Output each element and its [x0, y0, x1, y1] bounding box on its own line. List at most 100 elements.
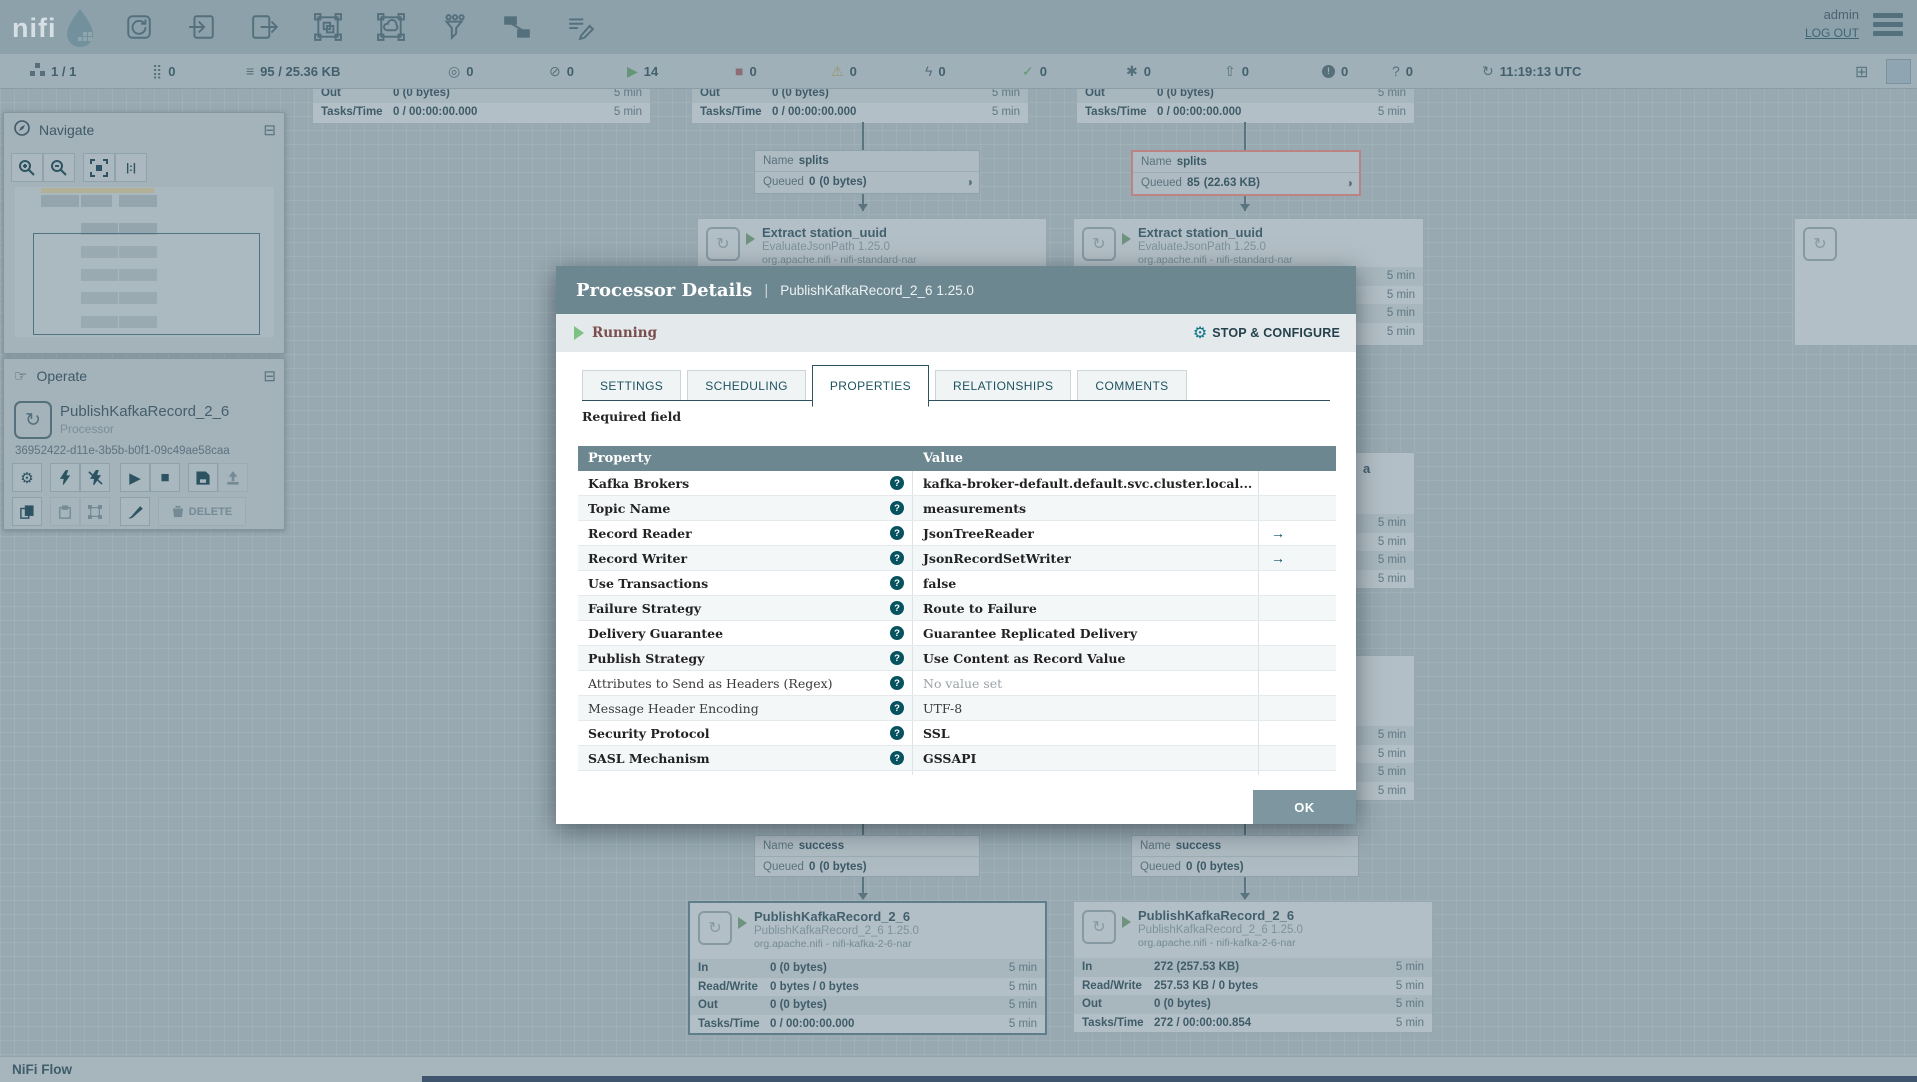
help-icon[interactable]: ? — [890, 551, 904, 565]
refresh-icon[interactable]: ↻ — [1482, 63, 1494, 80]
copy-button[interactable] — [12, 497, 42, 526]
paste-button[interactable] — [50, 497, 80, 526]
breadcrumb-nifi-flow[interactable]: NiFi Flow — [12, 1062, 72, 1077]
processor-publishkafkarecord[interactable]: ↻ PublishKafkaRecord_2_6 PublishKafkaRec… — [1073, 901, 1433, 1033]
up-to-date-status: ✓0 — [1022, 54, 1047, 88]
queued-status: ≡95 / 25.36 KB — [246, 54, 340, 88]
output-port-drag-icon[interactable] — [248, 10, 282, 44]
operate-panel: ☞ Operate ⊟ ↻ PublishKafkaRecord_2_6 Pro… — [3, 358, 285, 530]
upload-template-button[interactable] — [218, 463, 248, 492]
connection-label-success[interactable]: Namesuccess Queued0(0 bytes) — [754, 835, 980, 877]
help-icon[interactable]: ? — [890, 726, 904, 740]
connection-arrow-icon — [858, 893, 868, 900]
help-icon[interactable]: ? — [890, 476, 904, 490]
canvas-grid-toggle-icon[interactable]: ⊞ — [1855, 62, 1868, 82]
zoom-actual-size-button[interactable]: |:| — [115, 153, 147, 182]
tab-settings[interactable]: SETTINGS — [582, 370, 681, 400]
connection-label-splits-backpressure[interactable]: Namesplits Queued85(22.63 KB) ◑ — [1131, 150, 1361, 196]
go-to-service-icon[interactable]: → — [1271, 525, 1285, 541]
zoom-fit-button[interactable] — [83, 153, 115, 182]
running-indicator-icon — [746, 233, 755, 245]
help-icon[interactable]: ? — [890, 676, 904, 690]
label-drag-icon[interactable] — [563, 10, 597, 44]
processor-drag-icon[interactable] — [122, 10, 156, 44]
help-icon[interactable]: ? — [890, 701, 904, 715]
column-property: Property — [578, 451, 913, 466]
help-icon[interactable]: ? — [890, 751, 904, 765]
start-button[interactable]: ▶ — [120, 463, 150, 492]
tab-properties[interactable]: PROPERTIES — [812, 365, 929, 407]
minimap-block — [81, 195, 112, 207]
processor-partial[interactable]: ↻ — [1794, 218, 1917, 346]
tab-relationships[interactable]: RELATIONSHIPS — [935, 370, 1071, 400]
help-icon[interactable]: ? — [890, 501, 904, 515]
help-icon[interactable]: ? — [890, 601, 904, 615]
zoom-in-button[interactable] — [11, 153, 43, 182]
component-toolbar: nifi — [0, 0, 1917, 54]
process-group-drag-icon[interactable] — [311, 10, 345, 44]
funnel-drag-icon[interactable] — [437, 10, 471, 44]
logout-link[interactable]: LOG OUT — [1805, 26, 1859, 40]
help-icon[interactable]: ? — [890, 576, 904, 590]
dialog-header: Processor Details | PublishKafkaRecord_2… — [556, 266, 1356, 314]
sync-failure-icon: ? — [1392, 63, 1400, 79]
group-button[interactable] — [80, 497, 110, 526]
birdseye-minimap[interactable] — [15, 187, 274, 337]
transmitting-status: ◎0 — [448, 54, 473, 88]
input-port-drag-icon[interactable] — [185, 10, 219, 44]
processor-partial[interactable]: Out0 (0 bytes)5 min Tasks/Time0 / 00:00:… — [1076, 88, 1415, 124]
current-user: admin — [1805, 7, 1859, 22]
connection-label-success[interactable]: Namesuccess Queued0(0 bytes) — [1131, 835, 1359, 877]
active-threads-status: ⣿0 — [152, 54, 176, 88]
stop-and-configure-button[interactable]: ⚙ STOP & CONFIGURE — [1193, 314, 1340, 352]
nifi-drop-icon — [63, 8, 97, 48]
minimap-viewport[interactable] — [33, 233, 260, 335]
configure-button[interactable]: ⚙ — [12, 463, 42, 492]
property-row: Topic Name? measurements — [578, 496, 1336, 521]
create-template-button[interactable] — [188, 463, 218, 492]
horizontal-scrollbar[interactable] — [422, 1076, 1917, 1082]
processor-partial[interactable]: Out0 (0 bytes)5 min Tasks/Time0 / 00:00:… — [312, 88, 651, 124]
running-icon: ▶ — [627, 63, 638, 80]
connection-arrow-icon — [858, 204, 868, 211]
help-icon[interactable]: ? — [890, 626, 904, 640]
search-toggle-button[interactable] — [1886, 59, 1911, 84]
processor-icon: ↻ — [706, 227, 740, 261]
processor-run-status: Running — [592, 325, 657, 341]
collapse-panel-icon[interactable]: ⊟ — [263, 367, 276, 385]
sync-failure-status: ?0 — [1392, 54, 1413, 88]
go-to-service-icon[interactable]: → — [1271, 550, 1285, 566]
running-indicator-icon — [1122, 916, 1131, 928]
cluster-icon — [30, 63, 45, 80]
change-color-button[interactable] — [120, 497, 150, 526]
collapse-panel-icon[interactable]: ⊟ — [263, 121, 276, 139]
flow-status-bar: 1 / 1 ⣿0 ≡95 / 25.36 KB ◎0 ⊘0 ▶14 ■0 ⚠0 … — [0, 54, 1917, 89]
property-row: Use Transactions? false — [578, 571, 1336, 596]
locally-modified-icon: ✱ — [1126, 63, 1138, 80]
nifi-app: nifi — [0, 0, 1917, 1082]
dialog-title: Processor Details — [576, 280, 752, 301]
processor-publishkafkarecord-selected[interactable]: ↻ PublishKafkaRecord_2_6 PublishKafkaRec… — [688, 901, 1047, 1035]
stop-button[interactable]: ■ — [150, 463, 180, 492]
remote-process-group-drag-icon[interactable] — [374, 10, 408, 44]
running-indicator-icon — [574, 326, 584, 340]
locally-modified-stale-status: !0 — [1322, 54, 1348, 88]
zoom-out-button[interactable] — [43, 153, 75, 182]
disable-button[interactable] — [80, 463, 110, 492]
enable-button[interactable] — [50, 463, 80, 492]
template-drag-icon[interactable] — [500, 10, 534, 44]
properties-table: Property Value Kafka Brokers? kafka-brok… — [578, 446, 1336, 775]
compass-icon — [14, 120, 30, 140]
ok-button[interactable]: OK — [1253, 790, 1356, 824]
not-transmitting-icon: ⊘ — [549, 63, 561, 80]
connection-label-splits[interactable]: Namesplits Queued0(0 bytes) ◑ — [754, 150, 980, 194]
help-icon[interactable]: ? — [890, 651, 904, 665]
global-menu-icon[interactable] — [1873, 13, 1903, 40]
processor-icon: ↻ — [1082, 910, 1116, 944]
properties-table-header: Property Value — [578, 446, 1336, 471]
tab-comments[interactable]: COMMENTS — [1077, 370, 1186, 400]
tab-scheduling[interactable]: SCHEDULING — [687, 370, 806, 400]
help-icon[interactable]: ? — [890, 526, 904, 540]
delete-button[interactable]: DELETE — [158, 497, 246, 526]
processor-partial[interactable]: Out0 (0 bytes)5 min Tasks/Time0 / 00:00:… — [691, 88, 1029, 124]
